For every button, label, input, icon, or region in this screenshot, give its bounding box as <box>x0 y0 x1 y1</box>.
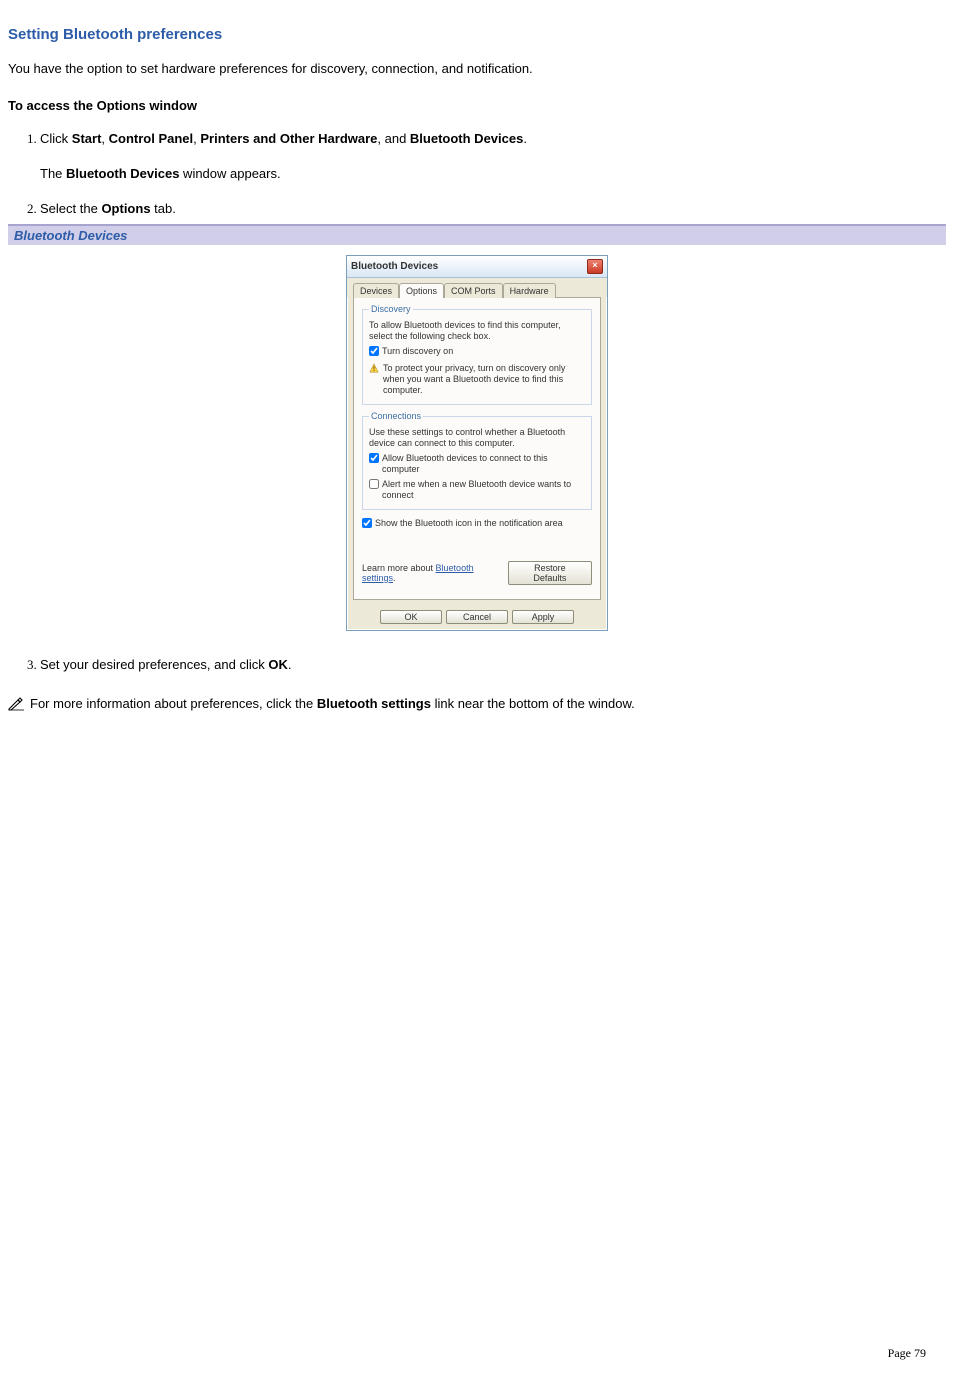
discovery-legend: Discovery <box>369 304 413 314</box>
dialog-body: Discovery To allow Bluetooth devices to … <box>353 297 601 600</box>
step-3-ok: OK <box>268 657 288 672</box>
close-icon[interactable]: × <box>587 259 603 274</box>
show-icon-label: Show the Bluetooth icon in the notificat… <box>375 518 563 529</box>
access-heading: To access the Options window <box>8 98 946 113</box>
page-number: Page 79 <box>888 1346 926 1361</box>
dialog-buttons: OK Cancel Apply <box>347 606 607 630</box>
turn-discovery-on-label: Turn discovery on <box>382 346 453 357</box>
allow-connect-input[interactable] <box>369 453 379 463</box>
allow-connect-checkbox[interactable]: Allow Bluetooth devices to connect to th… <box>369 453 585 475</box>
note-row: For more information about preferences, … <box>8 696 946 711</box>
note-text: For more information about preferences, … <box>30 696 635 711</box>
show-icon-checkbox[interactable]: Show the Bluetooth icon in the notificat… <box>362 518 563 529</box>
step-1: Click Start, Control Panel, Printers and… <box>40 131 946 181</box>
warning-icon <box>369 363 379 373</box>
dialog-tabs: Devices Options COM Ports Hardware <box>347 278 607 297</box>
bluetooth-devices-dialog: Bluetooth Devices × Devices Options COM … <box>346 255 608 631</box>
ok-button[interactable]: OK <box>380 610 442 624</box>
show-icon-input[interactable] <box>362 518 372 528</box>
cancel-button[interactable]: Cancel <box>446 610 508 624</box>
note-bold: Bluetooth settings <box>317 696 431 711</box>
discovery-text: To allow Bluetooth devices to find this … <box>369 320 585 342</box>
discovery-group: Discovery To allow Bluetooth devices to … <box>362 304 592 405</box>
turn-discovery-on-checkbox[interactable]: Turn discovery on <box>369 346 453 357</box>
step-1-text: Click <box>40 131 72 146</box>
discovery-warning: To protect your privacy, turn on discove… <box>369 363 585 396</box>
page-title: Setting Bluetooth preferences <box>8 26 946 43</box>
step-1-control-panel: Control Panel <box>109 131 194 146</box>
step-2: Select the Options tab. <box>40 201 946 216</box>
step-2-options: Options <box>101 201 150 216</box>
tab-com-ports[interactable]: COM Ports <box>444 283 503 298</box>
step-1-desc-bold: Bluetooth Devices <box>66 166 179 181</box>
pencil-icon <box>8 697 26 711</box>
tab-options[interactable]: Options <box>399 283 444 298</box>
dialog-title: Bluetooth Devices <box>351 261 587 272</box>
tab-hardware[interactable]: Hardware <box>503 283 556 298</box>
connections-legend: Connections <box>369 411 423 421</box>
step-1-printers: Printers and Other Hardware <box>200 131 377 146</box>
connections-group: Connections Use these settings to contro… <box>362 411 592 510</box>
allow-connect-label: Allow Bluetooth devices to connect to th… <box>382 453 585 475</box>
turn-discovery-on-input[interactable] <box>369 346 379 356</box>
dialog-titlebar: Bluetooth Devices × <box>347 256 607 278</box>
learn-more-text: Learn more about Bluetooth settings. <box>362 563 508 583</box>
bluetooth-devices-banner: Bluetooth Devices <box>8 224 946 245</box>
apply-button[interactable]: Apply <box>512 610 574 624</box>
connections-text: Use these settings to control whether a … <box>369 427 585 449</box>
discovery-warning-text: To protect your privacy, turn on discove… <box>383 363 585 396</box>
intro-text: You have the option to set hardware pref… <box>8 61 946 76</box>
alert-new-device-label: Alert me when a new Bluetooth device wan… <box>382 479 585 501</box>
tab-devices[interactable]: Devices <box>353 283 399 298</box>
restore-defaults-button[interactable]: Restore Defaults <box>508 561 592 585</box>
step-3: Set your desired preferences, and click … <box>40 657 946 672</box>
alert-new-device-checkbox[interactable]: Alert me when a new Bluetooth device wan… <box>369 479 585 501</box>
alert-new-device-input[interactable] <box>369 479 379 489</box>
step-1-bluetooth-devices: Bluetooth Devices <box>410 131 523 146</box>
step-1-start: Start <box>72 131 102 146</box>
